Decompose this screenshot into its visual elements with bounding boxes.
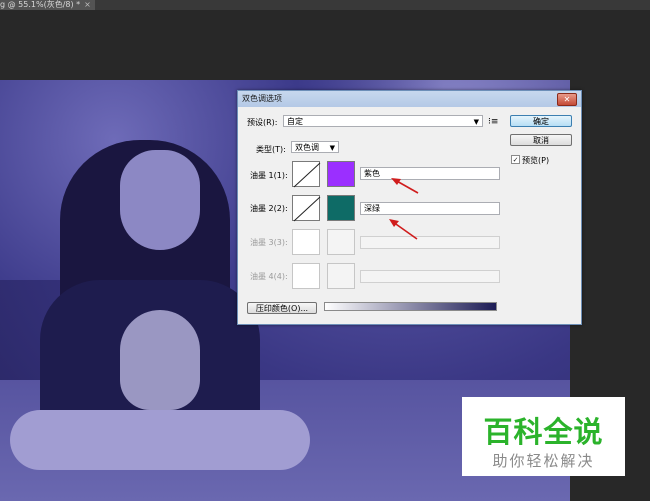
preset-menu-icon[interactable]: ⁝≡ <box>488 117 498 127</box>
ink-3-curve <box>292 229 320 255</box>
ink-1-color-swatch[interactable] <box>327 161 355 187</box>
duotone-options-dialog: 双色调选项 ✕ 预设(R): 自定 ▼ ⁝≡ 类型(T): 双色调 ▼ 油墨 1… <box>237 90 582 325</box>
cancel-button[interactable]: 取消 <box>510 134 572 146</box>
document-tab-title: g @ 55.1%(灰色/8) * <box>0 0 81 9</box>
annotation-arrow-icon <box>389 219 418 240</box>
duotone-gradient-bar <box>324 302 497 311</box>
watermark-subtitle: 助你轻松解决 <box>492 452 595 470</box>
ink-2-label: 油墨 2(2): <box>250 204 288 213</box>
document-tab[interactable]: g @ 55.1%(灰色/8) * × <box>0 0 95 10</box>
chevron-down-icon: ▼ <box>473 118 479 126</box>
ink-4-color-swatch <box>327 263 355 289</box>
document-tab-bar: g @ 55.1%(灰色/8) * × <box>0 0 650 10</box>
ink-1-name-field[interactable]: 紫色 <box>360 167 500 180</box>
ink-4-name-field <box>360 270 500 283</box>
curve-diagonal-icon <box>293 196 321 222</box>
watermark-logo: 百科全说 助你轻松解决 <box>462 397 625 476</box>
ink-1-label: 油墨 1(1): <box>250 171 288 180</box>
ok-button[interactable]: 确定 <box>510 115 572 127</box>
preset-label: 预设(R): <box>247 118 278 127</box>
ink-3-label: 油墨 3(3): <box>250 238 288 247</box>
preview-checkbox[interactable]: ✓ <box>511 155 520 164</box>
curve-diagonal-icon <box>293 162 321 188</box>
image-arms <box>10 410 310 470</box>
ink-4-label: 油墨 4(4): <box>250 272 288 281</box>
dialog-title: 双色调选项 <box>242 94 282 103</box>
ink-2-name: 深绿 <box>364 204 380 213</box>
preset-select[interactable]: 自定 ▼ <box>283 115 483 127</box>
chevron-down-icon: ▼ <box>329 144 335 152</box>
annotation-arrow-icon <box>391 178 419 194</box>
image-face <box>120 150 200 250</box>
preview-label: 预览(P) <box>522 156 550 165</box>
close-tab-icon[interactable]: × <box>84 0 91 9</box>
preset-value: 自定 <box>287 117 303 126</box>
ink-1-curve[interactable] <box>292 161 321 188</box>
type-select[interactable]: 双色调 ▼ <box>291 141 339 153</box>
ink-1-name: 紫色 <box>364 169 380 178</box>
annotation-arrowhead <box>391 178 401 185</box>
ink-2-name-field[interactable]: 深绿 <box>360 202 500 215</box>
checkmark-icon: ✓ <box>512 156 519 164</box>
type-label: 类型(T): <box>256 145 286 154</box>
dialog-titlebar[interactable]: 双色调选项 ✕ <box>238 91 581 107</box>
ink-2-color-swatch[interactable] <box>327 195 355 221</box>
overprint-colors-button[interactable]: 压印颜色(O)... <box>247 302 317 314</box>
image-skull-print <box>120 310 200 410</box>
ink-2-curve[interactable] <box>292 195 321 222</box>
ink-3-color-swatch <box>327 229 355 255</box>
ink-4-curve <box>292 263 320 289</box>
dialog-close-button[interactable]: ✕ <box>557 93 577 106</box>
ink-3-name-field <box>360 236 500 249</box>
type-value: 双色调 <box>295 143 319 152</box>
watermark-title: 百科全说 <box>483 415 604 449</box>
